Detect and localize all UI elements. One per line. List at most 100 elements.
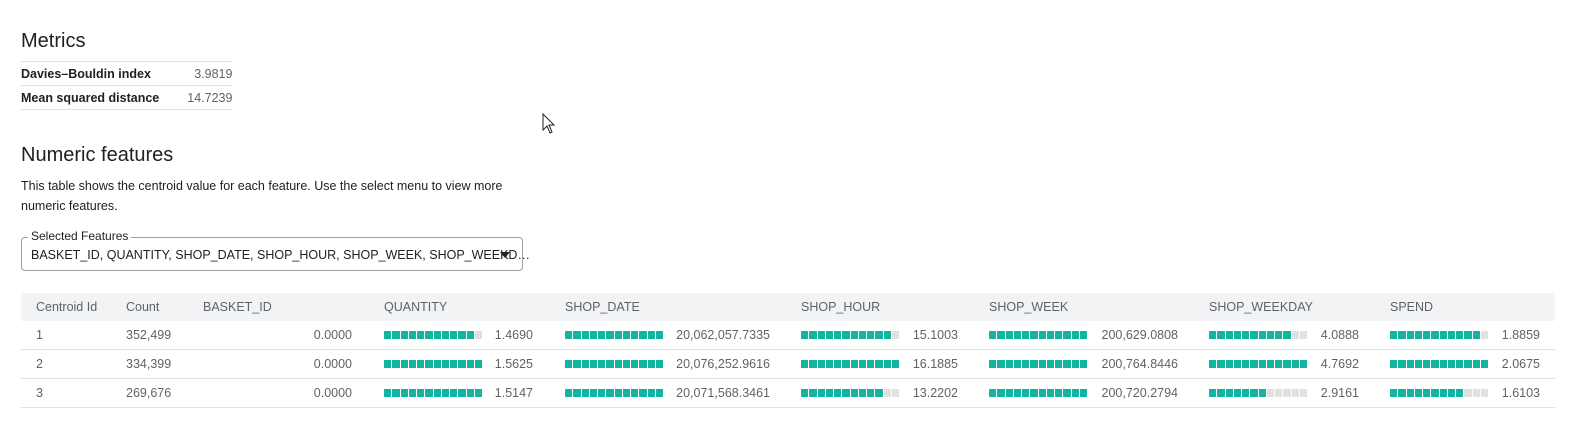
bar-segment (867, 389, 875, 397)
bar-segment (1242, 389, 1250, 397)
bar-segment (647, 389, 655, 397)
bar-segment (433, 389, 441, 397)
bar-segment (1266, 331, 1274, 339)
bar-segment (875, 389, 883, 397)
bar-segment (834, 360, 842, 368)
bar-segment (1242, 331, 1250, 339)
bar-segment (1406, 389, 1414, 397)
column-header: SPEND (1390, 300, 1434, 314)
shop-date-cell: 20,062,057.7335 (676, 328, 770, 342)
bar-segment (441, 331, 449, 339)
bar-segment (581, 389, 589, 397)
bar-segment (1013, 389, 1021, 397)
bar-segment (392, 389, 400, 397)
bar-segment (573, 360, 581, 368)
bar-segment (1079, 360, 1087, 368)
bar-segment (1071, 389, 1079, 397)
bar-segment (1299, 389, 1307, 397)
bar-segment (1431, 331, 1439, 339)
shop-week-bar (989, 331, 1087, 339)
bar-segment (408, 331, 416, 339)
bar-segment (631, 360, 639, 368)
bar-segment (1013, 360, 1021, 368)
metrics-heading: Metrics (21, 30, 86, 52)
bar-segment (850, 331, 858, 339)
bar-segment (842, 331, 850, 339)
metric-value: 14.7239 (187, 85, 234, 110)
quantity-bar (384, 389, 482, 397)
column-header: SHOP_WEEKDAY (1209, 300, 1313, 314)
spend-cell: 1.6103 (1501, 386, 1540, 400)
bar-segment (392, 331, 400, 339)
bar-segment (1456, 331, 1464, 339)
bar-segment (450, 331, 458, 339)
bar-segment (425, 331, 433, 339)
shop-hour-bar (801, 389, 899, 397)
quantity-bar (384, 360, 482, 368)
bar-segment (1258, 360, 1266, 368)
selected-features-select[interactable]: Selected Features BASKET_ID, QUANTITY, S… (21, 229, 530, 271)
bar-segment (433, 360, 441, 368)
bar-segment (622, 331, 630, 339)
bar-segment (1447, 360, 1455, 368)
bar-segment (989, 331, 997, 339)
bar-segment (801, 389, 809, 397)
bar-segment (883, 389, 891, 397)
bar-segment (589, 360, 597, 368)
dropdown-arrow-icon[interactable] (500, 252, 510, 258)
spend-bar (1390, 360, 1488, 368)
bar-segment (1447, 389, 1455, 397)
bar-segment (825, 331, 833, 339)
bar-segment (1055, 360, 1063, 368)
bar-segment (1406, 360, 1414, 368)
bar-segment (817, 389, 825, 397)
bar-segment (1063, 389, 1071, 397)
shop-date-cell: 20,076,252.9616 (676, 357, 770, 371)
bar-segment (474, 331, 482, 339)
bar-segment (1209, 389, 1217, 397)
bar-segment (1242, 360, 1250, 368)
bar-segment (400, 331, 408, 339)
bar-segment (647, 360, 655, 368)
bar-segment (1046, 331, 1054, 339)
bar-segment (639, 331, 647, 339)
count-cell: 352,499 (126, 328, 172, 342)
bar-segment (1398, 389, 1406, 397)
bar-segment (1423, 389, 1431, 397)
bar-segment (408, 360, 416, 368)
bar-segment (883, 360, 891, 368)
bar-segment (441, 360, 449, 368)
bar-segment (850, 389, 858, 397)
quantity-cell: 1.4690 (494, 328, 533, 342)
bar-segment (1013, 331, 1021, 339)
shop-hour-cell: 13.2202 (912, 386, 958, 400)
bar-segment (614, 360, 622, 368)
bar-segment (606, 360, 614, 368)
bar-segment (573, 389, 581, 397)
bar-segment (614, 331, 622, 339)
bar-segment (817, 331, 825, 339)
quantity-bar (384, 331, 482, 339)
bar-segment (1275, 360, 1283, 368)
bar-segment (1275, 389, 1283, 397)
id-cell: 1 (36, 328, 43, 342)
bar-segment (1005, 331, 1013, 339)
bar-segment (384, 360, 392, 368)
bar-segment (1258, 389, 1266, 397)
bar-segment (417, 389, 425, 397)
bar-segment (1233, 360, 1241, 368)
column-header: SHOP_WEEK (989, 300, 1069, 314)
bar-segment (1071, 360, 1079, 368)
table-row: 1 352,499 0.0000 1.4690 20,062,057.7335 15.10… (21, 321, 1555, 350)
bar-segment (1209, 331, 1217, 339)
bar-segment (639, 389, 647, 397)
bar-segment (598, 389, 606, 397)
bar-segment (565, 331, 573, 339)
bar-segment (825, 389, 833, 397)
bar-segment (850, 360, 858, 368)
bar-segment (458, 331, 466, 339)
bar-segment (1431, 360, 1439, 368)
bar-segment (997, 389, 1005, 397)
bar-segment (1209, 360, 1217, 368)
bar-segment (466, 331, 474, 339)
